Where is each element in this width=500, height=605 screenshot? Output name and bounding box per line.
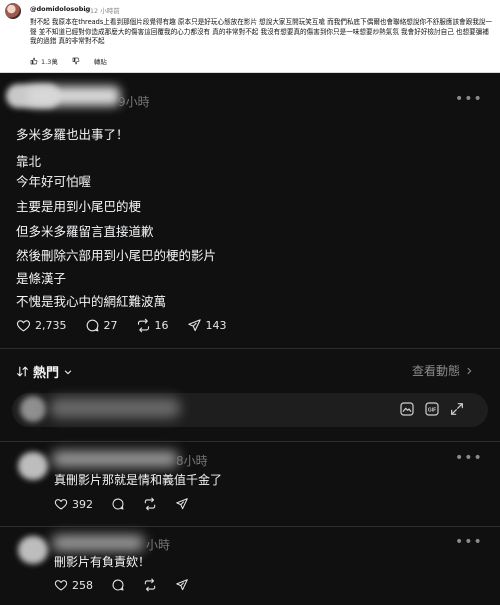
view-activity-label: 查看動態: [412, 364, 461, 378]
heart-icon: [54, 499, 68, 510]
chevron-down-icon: [64, 369, 72, 374]
view-activity-link[interactable]: 查看動態: [412, 362, 474, 379]
more-options-icon[interactable]: •••: [455, 91, 483, 107]
avatar[interactable]: [18, 536, 48, 564]
send-icon: [187, 319, 201, 332]
speech-bubble-icon: [112, 579, 124, 591]
post-line: 主要是用到小尾巴的梗: [16, 199, 142, 214]
comment-button[interactable]: [111, 578, 125, 592]
post-line: 今年好可怕喔: [16, 174, 92, 189]
repost-button[interactable]: 16: [136, 318, 169, 333]
more-options-icon[interactable]: •••: [455, 450, 483, 466]
share-button[interactable]: [175, 497, 189, 511]
reply-placeholder-redacted: [50, 398, 180, 418]
repost-button[interactable]: [143, 497, 157, 511]
like-count: 2,735: [35, 319, 67, 332]
image-icon[interactable]: [399, 401, 415, 417]
like-count: 392: [72, 497, 93, 511]
repost-icon: [144, 497, 156, 511]
sort-dropdown[interactable]: 熱門: [16, 362, 73, 381]
repost-count: 16: [154, 319, 169, 332]
embedded-reply-card: @domidolosobig • 12 小時前 對不起 我原本在threads上…: [0, 0, 500, 73]
repost-button[interactable]: [143, 578, 157, 592]
heart-icon: [16, 320, 31, 332]
embedded-like-count: 1.3萬: [41, 58, 58, 66]
comment-button[interactable]: 27: [85, 318, 118, 333]
post-time: 9小時: [118, 95, 150, 109]
comment-actions: 258: [54, 578, 189, 592]
repost-icon: [137, 318, 149, 333]
like-button[interactable]: 2,735: [16, 318, 67, 333]
post-line: 但多米多羅留言直接道歉: [16, 224, 154, 239]
embedded-share: 轉貼: [93, 58, 107, 66]
share-count: 143: [205, 319, 227, 332]
post-actions: 2,735 27 16 143: [16, 318, 227, 333]
embedded-dislike: [72, 57, 80, 65]
send-icon: [176, 579, 188, 591]
divider: [0, 348, 500, 349]
heart-icon: [54, 580, 68, 591]
comment-time: 8小時: [176, 454, 208, 468]
like-button[interactable]: 258: [54, 578, 93, 592]
more-options-icon[interactable]: •••: [455, 534, 483, 550]
share-button[interactable]: [175, 578, 189, 592]
avatar[interactable]: [18, 452, 48, 480]
gif-icon[interactable]: GIF: [424, 401, 440, 417]
repost-icon: [144, 578, 156, 592]
like-count: 258: [72, 578, 93, 592]
comment-button[interactable]: [111, 497, 125, 511]
send-icon: [176, 498, 188, 510]
avatar: [5, 3, 21, 19]
post-line: 多米多羅也出事了！: [16, 127, 129, 142]
thumbs-up-icon: [30, 57, 38, 65]
expand-icon[interactable]: [449, 401, 465, 417]
comment-text: 真刪影片那就是情和義值千金了: [54, 473, 223, 487]
comment-actions: 392: [54, 497, 189, 511]
divider: [0, 526, 500, 527]
sort-icon: [17, 366, 28, 377]
comment-count: 27: [103, 319, 118, 332]
comment-username-redacted[interactable]: [52, 451, 178, 467]
post-line: 不愧是我心中的網紅難波萬: [16, 294, 167, 309]
post-line: 然後刪除六部用到小尾巴的梗的影片: [16, 248, 217, 263]
share-button[interactable]: 143: [187, 318, 227, 333]
embedded-like: 1.3萬: [30, 56, 58, 66]
avatar: [20, 396, 46, 422]
comment-username-redacted[interactable]: [52, 535, 144, 551]
embedded-time: • 12 小時前: [84, 7, 120, 15]
divider: [0, 441, 500, 442]
embedded-body: 對不起 我原本在threads上看到那個片段覺得有趣 原本只是好玩心態放在影片 …: [30, 18, 493, 46]
chevron-right-icon: [467, 367, 472, 374]
svg-text:GIF: GIF: [428, 407, 436, 413]
thumbs-down-icon: [72, 57, 80, 65]
comment-text: 刪影片有負責欸！: [54, 555, 151, 569]
comment-time: 小時: [146, 538, 171, 552]
sort-label: 熱門: [33, 366, 60, 381]
speech-bubble-icon: [112, 498, 124, 510]
post-username-redacted[interactable]: [28, 86, 120, 106]
post-line: 是條漢子: [16, 271, 67, 286]
like-button[interactable]: 392: [54, 497, 93, 511]
embedded-actions: 1.3萬 轉貼: [30, 56, 107, 66]
post-line: 靠北: [16, 154, 42, 169]
embedded-username: @domidolosobig: [30, 5, 91, 13]
speech-bubble-icon: [86, 319, 98, 332]
